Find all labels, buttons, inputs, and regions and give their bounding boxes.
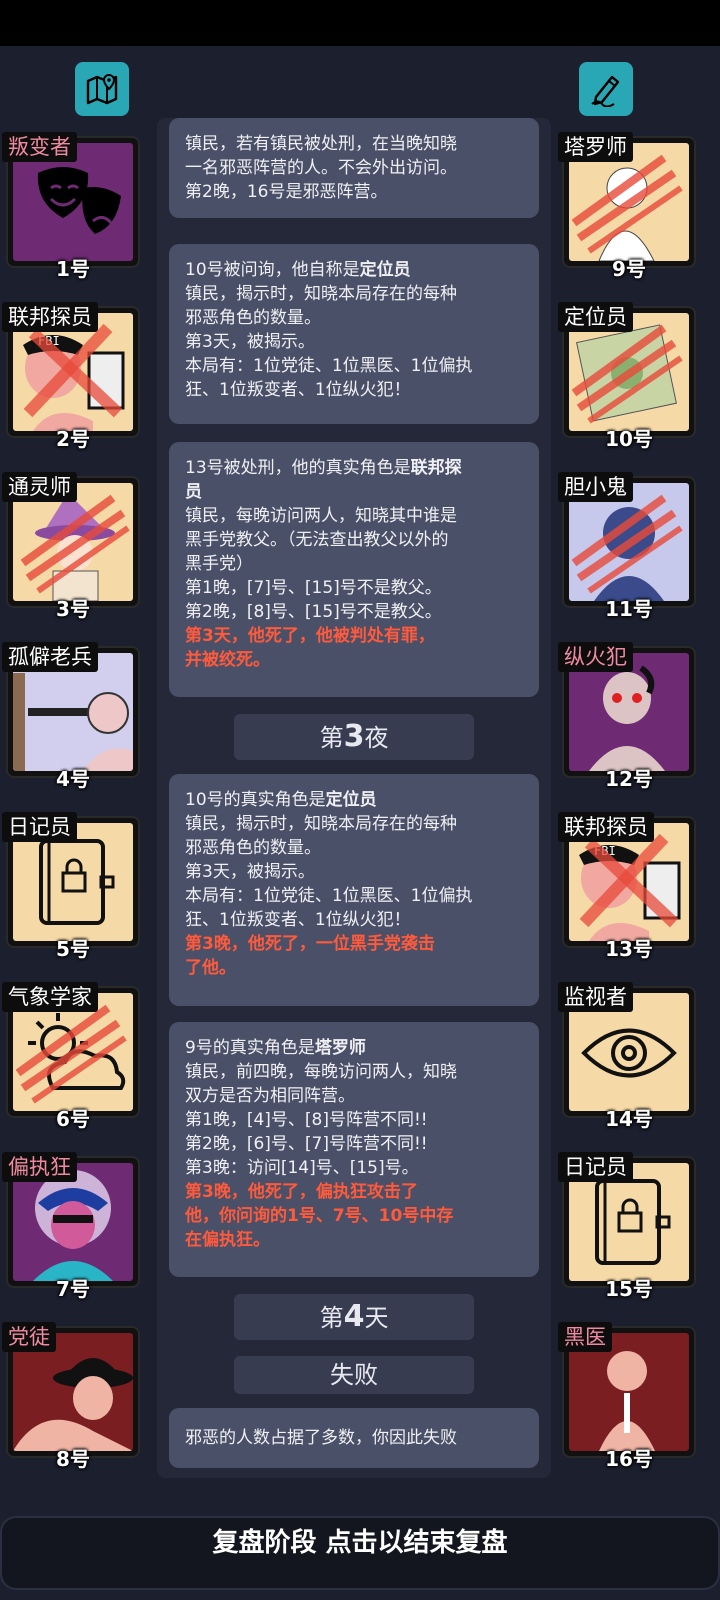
player-card-15[interactable]: 日记员 15号 <box>558 1152 700 1301</box>
player-card-8[interactable]: 党徒 8号 <box>2 1322 144 1471</box>
player-number: 11号 <box>605 597 653 621</box>
log-head-cont: 员 <box>185 482 202 502</box>
player-card-16[interactable]: 黑医 16号 <box>558 1322 700 1471</box>
log-entry: 10号被问询，他自称是定位员 镇民，揭示时，知晓本局存在的每种 邪恶角色的数量。… <box>169 244 539 424</box>
log-line: 狂、1位叛变者、1位纵火犯！ <box>185 380 411 400</box>
player-number: 16号 <box>605 1447 653 1471</box>
log-entry: 9号的真实角色是塔罗师 镇民，前四晚，每晚访问两人，知晓 双方是否为相同阵营。 … <box>169 1022 539 1277</box>
player-number: 7号 <box>56 1277 90 1301</box>
death-line: 并被绞死。 <box>185 650 270 670</box>
role-label: 通灵师 <box>2 472 77 502</box>
log-head: 10号的真实角色是定位员 <box>185 790 377 810</box>
log-line: 黑手党） <box>185 554 253 574</box>
log-line: 本局有：1位党徒、1位黑医、1位偏执 <box>185 356 473 376</box>
player-card-4[interactable]: 孤僻老兵 4号 <box>2 642 144 791</box>
role-label: 胆小鬼 <box>558 472 633 502</box>
role-label: 孤僻老兵 <box>2 642 98 672</box>
role-label: 纵火犯 <box>558 642 633 672</box>
player-card-3[interactable]: 通灵师 3号 <box>2 472 144 621</box>
role-label: 偏执狂 <box>2 1152 77 1182</box>
log-head: 10号被问询，他自称是定位员 <box>185 260 411 280</box>
log-entry: 10号的真实角色是定位员 镇民，揭示时，知晓本局存在的每种 邪恶角色的数量。 第… <box>169 774 539 1006</box>
player-card-2[interactable]: FBI 联邦探员 2号 <box>2 302 144 451</box>
player-number: 9号 <box>612 257 646 281</box>
player-number: 10号 <box>605 427 653 451</box>
log-line: 第2晚，16号是邪恶阵营。 <box>185 182 388 202</box>
log-line: 第3天，被揭示。 <box>185 332 315 352</box>
player-card-11[interactable]: 胆小鬼 11号 <box>558 472 700 621</box>
log-line: 狂、1位叛变者、1位纵火犯！ <box>185 910 411 930</box>
death-line: 了他。 <box>185 958 236 978</box>
log-line: 镇民，前四晚，每晚访问两人，知晓 <box>185 1062 457 1082</box>
player-card-13[interactable]: FBI 联邦探员 13号 <box>558 812 700 961</box>
player-card-5[interactable]: 日记员 5号 <box>2 812 144 961</box>
pencil-note-icon <box>591 75 620 107</box>
log-head: 9号的真实角色是塔罗师 <box>185 1038 366 1058</box>
log-line: 第1晚，[7]号、[15]号不是教父。 <box>185 578 442 598</box>
player-number: 6号 <box>56 1107 90 1131</box>
player-number: 2号 <box>56 427 90 451</box>
death-line: 他，你问询的1号、7号、10号中存 <box>185 1206 454 1226</box>
log-line: 第2晚，[8]号、[15]号不是教父。 <box>185 602 442 622</box>
role-label: 叛变者 <box>2 132 77 162</box>
log-entry: 13号被处刑，他的真实角色是联邦探 员 镇民，每晚访问两人，知晓其中谁是 黑手党… <box>169 442 539 697</box>
death-line: 第3晚，他死了，偏执狂攻击了 <box>185 1182 418 1202</box>
log-line: 第3晚：访问[14]号、[15]号。 <box>185 1158 419 1178</box>
log-line: 镇民，揭示时，知晓本局存在的每种 <box>185 814 457 834</box>
log-line: 邪恶角色的数量。 <box>185 308 321 328</box>
log-line: 黑手党教父。（无法查出教父以外的 <box>185 530 449 550</box>
player-number: 13号 <box>605 937 653 961</box>
player-card-9[interactable]: 塔罗师 9号 <box>558 132 700 281</box>
player-card-6[interactable]: 气象学家 6号 <box>2 982 144 1131</box>
log-head: 13号被处刑，他的真实角色是联邦探 <box>185 458 462 478</box>
death-line: 第3天，他死了，他被判处有罪， <box>185 626 435 646</box>
log-line: 第2晚，[6]号、[7]号阵营不同!! <box>185 1134 428 1154</box>
role-label: 气象学家 <box>2 982 98 1012</box>
end-review-button[interactable]: 复盘阶段 点击以结束复盘 <box>2 1518 718 1588</box>
player-number: 3号 <box>56 597 90 621</box>
log-entry: 镇民，若有镇民被处刑，在当晚知晓 一名邪恶阵营的人。不会外出访问。 第2晚，16… <box>169 118 539 218</box>
player-card-7[interactable]: 偏执狂 7号 <box>2 1152 144 1301</box>
log-line: 镇民，若有镇民被处刑，在当晚知晓 <box>185 134 457 154</box>
player-number: 14号 <box>605 1107 653 1131</box>
status-bar <box>0 0 720 46</box>
player-card-12[interactable]: 纵火犯 12号 <box>558 642 700 791</box>
role-label: 黑医 <box>558 1322 612 1352</box>
notes-button[interactable] <box>579 62 633 116</box>
map-pin-icon <box>86 73 118 105</box>
death-line: 在偏执狂。 <box>185 1230 270 1250</box>
role-label: 日记员 <box>558 1152 633 1182</box>
log-line: 一名邪恶阵营的人。不会外出访问。 <box>185 158 457 178</box>
player-number: 1号 <box>56 257 90 281</box>
player-card-1[interactable]: 叛变者 1号 <box>2 132 144 281</box>
game-log-panel[interactable]: 镇民，若有镇民被处刑，在当晚知晓 一名邪恶阵营的人。不会外出访问。 第2晚，16… <box>157 118 551 1478</box>
log-line: 第3天，被揭示。 <box>185 862 315 882</box>
result-header: 失败 <box>234 1356 474 1394</box>
player-number: 12号 <box>605 767 653 791</box>
final-message: 邪恶的人数占据了多数，你因此失败 <box>169 1408 539 1468</box>
log-line: 双方是否为相同阵营。 <box>185 1086 355 1106</box>
map-button[interactable] <box>75 62 129 116</box>
death-line: 第3晚，他死了，一位黑手党袭击 <box>185 934 435 954</box>
role-label: 监视者 <box>558 982 633 1012</box>
phase-header-day: 第4天 <box>234 1294 474 1340</box>
role-label: 党徒 <box>2 1322 56 1352</box>
role-label: 塔罗师 <box>558 132 633 162</box>
role-label: 日记员 <box>2 812 77 842</box>
player-number: 5号 <box>56 937 90 961</box>
log-line: 本局有：1位党徒、1位黑医、1位偏执 <box>185 886 473 906</box>
role-label: 联邦探员 <box>558 812 654 842</box>
role-label: 联邦探员 <box>2 302 98 332</box>
log-line: 第1晚，[4]号、[8]号阵营不同!! <box>185 1110 428 1130</box>
player-number: 15号 <box>605 1277 653 1301</box>
player-number: 8号 <box>56 1447 90 1471</box>
log-line: 邪恶角色的数量。 <box>185 838 321 858</box>
player-card-10[interactable]: 定位员 10号 <box>558 302 700 451</box>
log-line: 镇民，揭示时，知晓本局存在的每种 <box>185 284 457 304</box>
player-number: 4号 <box>56 767 90 791</box>
role-label: 定位员 <box>558 302 633 332</box>
phase-header-night: 第3夜 <box>234 714 474 760</box>
log-line: 镇民，每晚访问两人，知晓其中谁是 <box>185 506 457 526</box>
player-card-14[interactable]: 监视者 14号 <box>558 982 700 1131</box>
